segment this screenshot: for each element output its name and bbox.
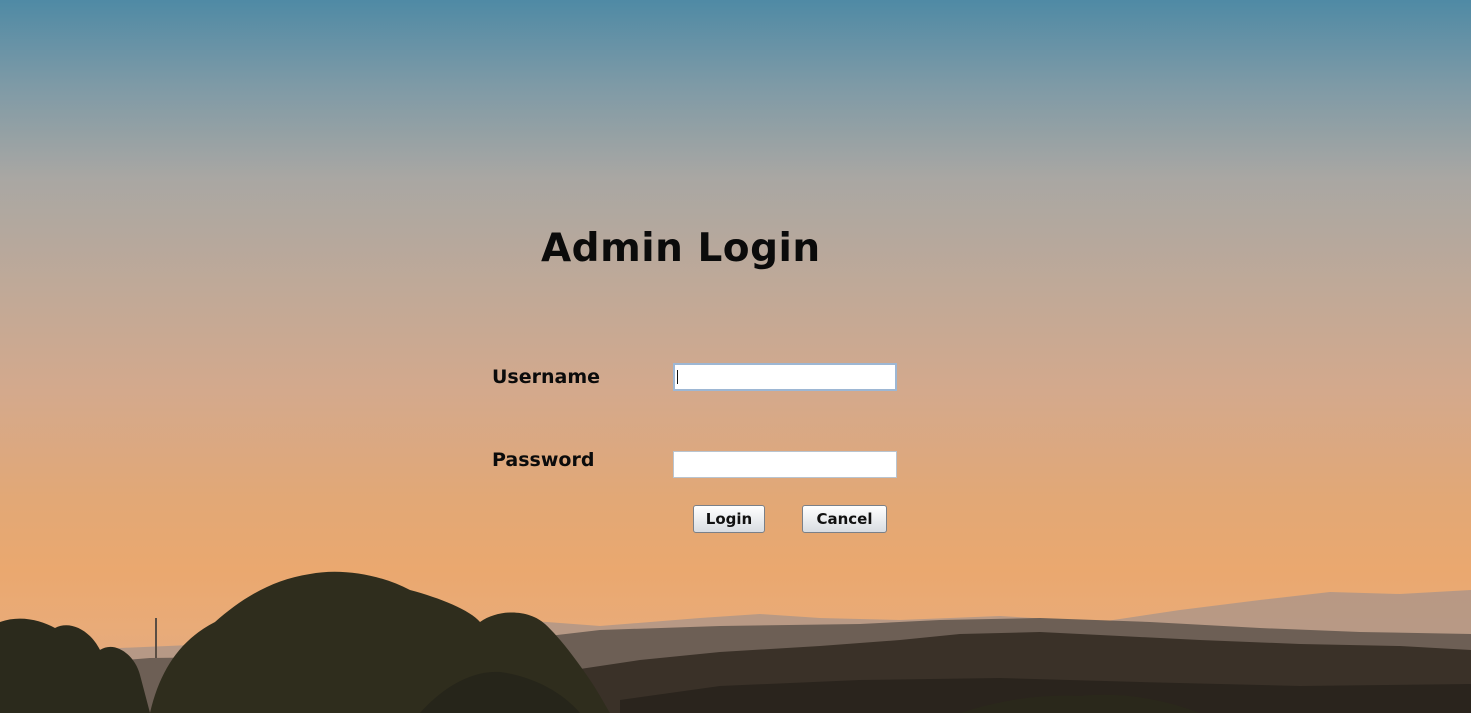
cancel-button[interactable]: Cancel bbox=[802, 505, 887, 533]
username-label: Username bbox=[492, 366, 601, 388]
password-label: Password bbox=[492, 449, 595, 471]
login-button[interactable]: Login bbox=[693, 505, 765, 533]
background-landscape-photo bbox=[0, 0, 1471, 713]
text-caret bbox=[677, 370, 678, 384]
page-title: Admin Login bbox=[541, 226, 821, 271]
password-input[interactable] bbox=[673, 451, 897, 478]
hills-and-trees-silhouette bbox=[0, 571, 1471, 713]
username-input[interactable] bbox=[673, 363, 897, 391]
